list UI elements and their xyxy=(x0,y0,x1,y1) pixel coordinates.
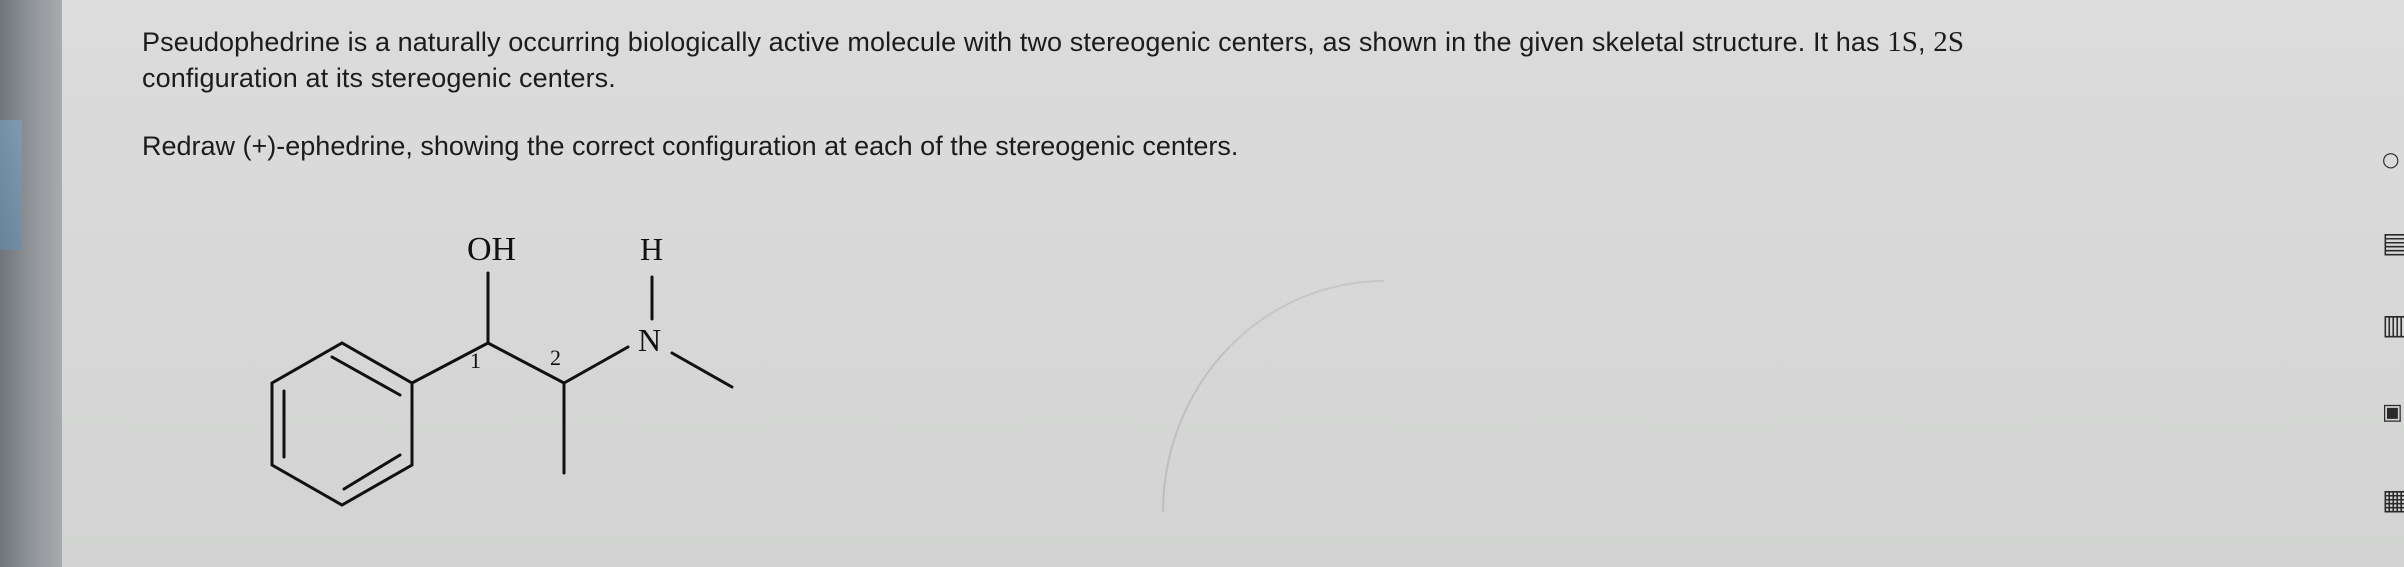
instruction-text: Redraw (+)-ephedrine, showing the correc… xyxy=(142,131,1239,161)
benzene-ring xyxy=(270,341,414,507)
skeletal-structure: OH H N 1 2 xyxy=(270,231,734,507)
oh-label: OH xyxy=(467,231,516,268)
bezel-reflection xyxy=(0,120,22,250)
center-1-label: 1 xyxy=(470,348,481,373)
question-paragraph: Pseudophedrine is a naturally occurring … xyxy=(142,24,2242,96)
config-2: 2S xyxy=(1933,26,1965,58)
n-label: N xyxy=(638,322,661,358)
table-icon[interactable]: ▦ xyxy=(2382,485,2404,515)
circle-icon[interactable]: ○ xyxy=(2382,144,2404,174)
question-panel: Pseudophedrine is a naturally occurring … xyxy=(62,0,2404,567)
text-box-icon[interactable]: ▣ xyxy=(2382,398,2404,428)
device-bezel xyxy=(0,0,62,567)
h-label: H xyxy=(640,231,663,267)
config-1: 1S xyxy=(1887,26,1919,58)
question-intro: Pseudophedrine is a naturally occurring … xyxy=(142,27,1888,57)
bond-n-methyl xyxy=(670,351,734,389)
screen-glare xyxy=(1162,280,1384,512)
benzene-double-bond-3 xyxy=(342,453,402,491)
config-separator: , xyxy=(1918,27,1934,57)
center-2-label: 2 xyxy=(550,345,561,370)
bond-c2-n xyxy=(562,345,630,385)
benzene-double-bond-1 xyxy=(330,355,402,397)
question-outro: configuration at its stereogenic centers… xyxy=(142,63,616,93)
bar-chart-icon[interactable]: ▥ xyxy=(2382,310,2404,340)
side-toolbar: ○ ▤ ▥ ▣ ▦ xyxy=(2374,130,2404,550)
document-icon[interactable]: ▤ xyxy=(2382,228,2404,258)
